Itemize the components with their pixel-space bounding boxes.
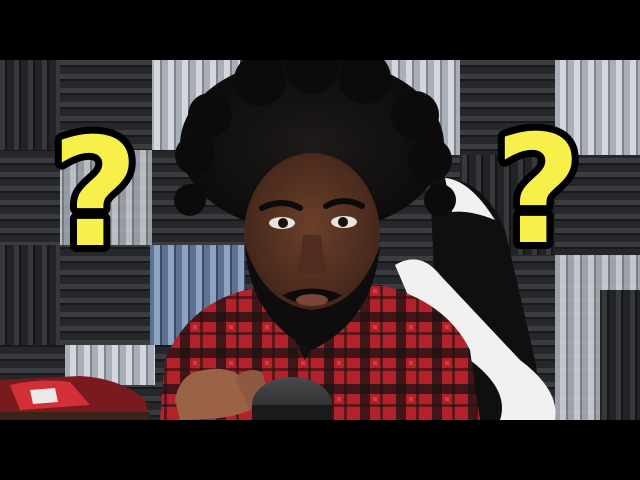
question-mark-right: ? [487,97,588,285]
letterbox-top [0,0,640,60]
letterbox-bottom [0,420,640,480]
mouth [296,294,328,306]
question-mark-left-glyph: ? [51,107,138,281]
video-frame: ? ? [0,0,640,480]
question-mark-left: ? [44,100,145,288]
question-mark-right-glyph: ? [494,104,581,278]
scene-illustration: ? ? [0,60,640,420]
photo-scene: ? ? [0,60,640,420]
